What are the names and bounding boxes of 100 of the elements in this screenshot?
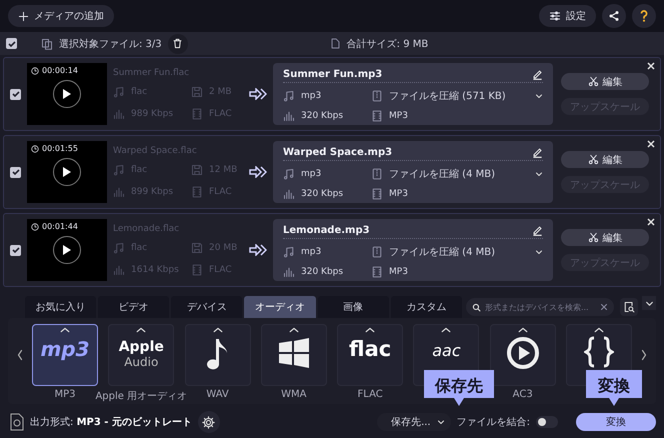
chevron-right-icon [640, 349, 648, 361]
preset-label: WMA [281, 389, 307, 400]
close-button[interactable] [646, 217, 656, 227]
caret-up-icon [136, 327, 146, 333]
format-preset[interactable]: flac [337, 324, 404, 386]
source-size: 20 MB [209, 243, 238, 253]
edit-button[interactable]: 編集 [561, 229, 649, 246]
file-zip-icon [371, 246, 383, 258]
share-button[interactable] [602, 4, 626, 28]
compress-dropdown[interactable]: ファイルを圧縮 (4 MB) [389, 245, 529, 259]
edit-button[interactable]: 編集 [561, 151, 649, 168]
source-format: FLAC [209, 187, 232, 197]
output-format: MP3 [389, 189, 408, 199]
compress-dropdown[interactable]: ファイルを圧縮 (571 KB) [389, 89, 529, 103]
caret-up-icon [60, 327, 70, 333]
trash-icon [172, 38, 184, 49]
format-preset[interactable]: mp3 [32, 324, 98, 386]
music-note-icon [113, 164, 125, 176]
checkbox[interactable] [10, 244, 21, 256]
film-strip-icon [191, 108, 203, 120]
save-disk-icon [191, 86, 203, 98]
output-format: MP3 [389, 267, 408, 277]
caret-up-icon [212, 327, 223, 333]
format-search-field[interactable]: 形式またはデバイスを検索... [484, 302, 596, 312]
compress-dropdown[interactable]: ファイルを圧縮 (4 MB) [389, 167, 529, 181]
pencil-icon[interactable] [532, 225, 543, 236]
file-zip-icon [371, 90, 383, 102]
preview-button[interactable] [620, 298, 638, 316]
format-preset[interactable] [260, 324, 327, 386]
chevron-down-icon [535, 92, 543, 100]
play-button[interactable] [53, 80, 81, 108]
preset-label: MP3 [54, 389, 76, 400]
source-file-name: Summer Fun.flac [113, 68, 190, 78]
bitrate-bars-icon [113, 108, 125, 120]
output-bitrate: 320 Kbps [301, 189, 344, 199]
film-strip-icon [191, 186, 203, 198]
close-button[interactable] [646, 139, 656, 149]
audio-file-icon [10, 413, 24, 431]
preset-label: WAV [206, 389, 229, 400]
clock-icon [31, 66, 39, 74]
plus-icon [18, 10, 29, 22]
film-strip-icon [371, 110, 383, 122]
format-tab[interactable]: オーディオ [244, 296, 316, 318]
edit-button[interactable]: 編集 [561, 73, 649, 90]
checkbox[interactable] [10, 166, 21, 178]
music-note-icon [206, 337, 230, 371]
source-bitrate: 899 Kbps [131, 187, 174, 197]
scissors-icon [588, 232, 598, 243]
checkbox[interactable] [6, 38, 17, 49]
film-strip-icon [191, 264, 203, 276]
film-strip-icon [371, 188, 383, 200]
file-search-icon [623, 301, 636, 313]
output-file-name[interactable]: Warped Space.mp3 [283, 147, 528, 158]
convert-button[interactable]: 変換 [576, 413, 656, 431]
search-icon [472, 302, 481, 312]
chevron-down-icon [535, 170, 543, 178]
pencil-icon[interactable] [532, 147, 543, 158]
format-preset[interactable] [490, 324, 556, 386]
convert-arrow-icon [249, 88, 267, 100]
help-button[interactable] [632, 4, 656, 28]
duration: 00:01:55 [31, 144, 78, 153]
output-file-name[interactable]: Summer Fun.mp3 [283, 69, 528, 80]
windows-logo-icon [276, 337, 311, 369]
output-format-label: 出力形式: MP3 - 元のビットレート [30, 416, 192, 429]
output-file-name[interactable]: Lemonade.mp3 [283, 225, 528, 236]
format-tab[interactable]: お気に入り [25, 296, 96, 318]
music-note-icon [283, 246, 295, 258]
play-button[interactable] [53, 236, 81, 264]
delete-button[interactable] [168, 34, 188, 54]
collapse-button[interactable] [642, 296, 656, 310]
question-icon [639, 10, 649, 22]
format-tab[interactable]: ビデオ [98, 296, 170, 318]
play-icon [62, 88, 72, 100]
files-icon [41, 38, 53, 50]
merge-toggle[interactable] [536, 416, 558, 428]
format-tab[interactable]: デバイス [171, 296, 242, 318]
pencil-icon[interactable] [532, 69, 543, 80]
bitrate-bars-icon [283, 266, 295, 278]
search-bar[interactable]: 形式またはデバイスを検索... [466, 298, 614, 316]
source-codec: flac [131, 87, 148, 97]
save-to-dropdown[interactable]: 保存先... [377, 413, 451, 431]
format-preset[interactable] [184, 324, 251, 386]
settings-button[interactable]: 設定 [539, 5, 596, 27]
music-note-icon [113, 242, 125, 254]
close-button[interactable] [646, 61, 656, 71]
convert-arrow-icon [249, 166, 267, 178]
format-tab[interactable]: 画像 [318, 296, 389, 318]
caret-up-icon [288, 327, 299, 333]
format-preset[interactable]: Apple Audio [108, 324, 174, 386]
format-tab[interactable]: カスタム [390, 296, 462, 318]
output-bitrate: 320 Kbps [301, 111, 344, 121]
play-button[interactable] [53, 158, 81, 186]
music-note-icon [283, 90, 295, 102]
source-format: FLAC [209, 109, 232, 119]
output-codec: mp3 [301, 91, 322, 101]
chevron-down-icon [436, 418, 445, 426]
preset-label: AC3 [512, 389, 533, 400]
checkbox[interactable] [10, 88, 21, 100]
add-media-button[interactable]: メディアの追加 [8, 5, 114, 27]
settings-button[interactable] [198, 411, 220, 433]
